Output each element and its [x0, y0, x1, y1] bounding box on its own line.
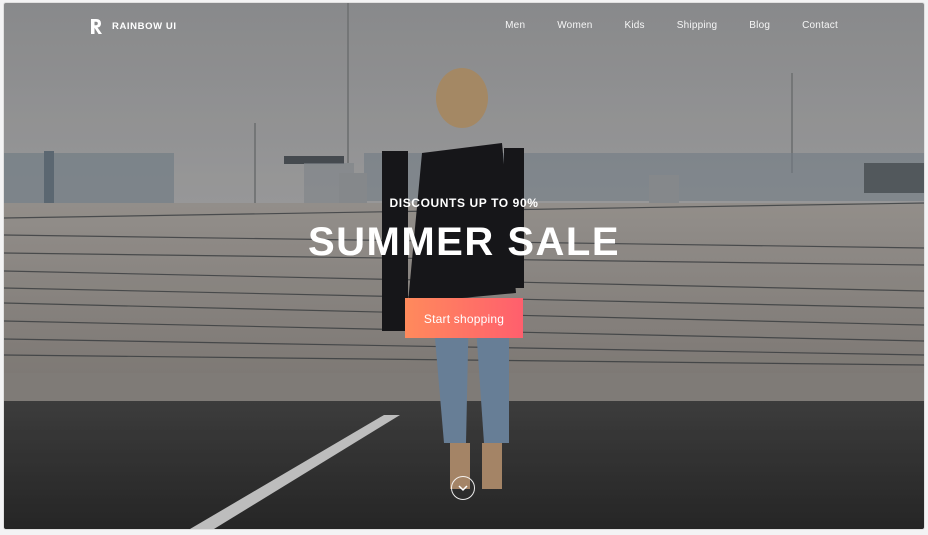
- top-navbar: RAINBOW UI Men Women Kids Shipping Blog …: [4, 3, 924, 49]
- nav-link-kids[interactable]: Kids: [625, 20, 645, 31]
- hero-title: SUMMER SALE: [307, 220, 621, 264]
- nav-link-women[interactable]: Women: [557, 20, 592, 31]
- nav-link-shipping[interactable]: Shipping: [677, 20, 718, 31]
- scroll-down-button[interactable]: [451, 476, 475, 500]
- main-menu: Men Women Kids Shipping Blog Contact: [505, 20, 838, 31]
- nav-link-blog[interactable]: Blog: [749, 20, 770, 31]
- chevron-down-icon: [458, 485, 468, 492]
- browser-window: RAINBOW UI Men Women Kids Shipping Blog …: [4, 3, 924, 529]
- hero-eyebrow: DISCOUNTS UP TO 90%: [389, 196, 539, 210]
- hero-section: DISCOUNTS UP TO 90% SUMMER SALE Start sh…: [4, 196, 924, 338]
- nav-link-men[interactable]: Men: [505, 20, 525, 31]
- nav-link-contact[interactable]: Contact: [802, 20, 838, 31]
- brand-logo[interactable]: RAINBOW UI: [90, 18, 177, 35]
- rainbow-ui-logo-icon: [91, 19, 102, 34]
- start-shopping-button[interactable]: Start shopping: [405, 298, 523, 338]
- brand-name: RAINBOW UI: [112, 21, 177, 32]
